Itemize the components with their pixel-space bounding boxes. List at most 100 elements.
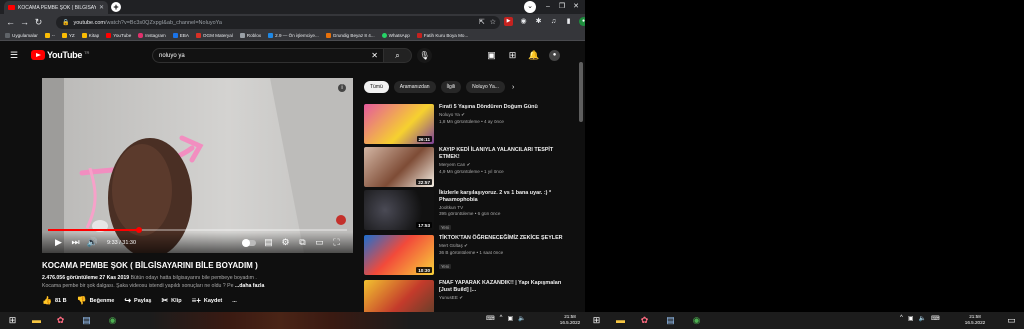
extensions-puzzle-icon[interactable]: ✱: [534, 17, 543, 26]
bookmark-item[interactable]: YZ: [61, 33, 75, 38]
search-input[interactable]: noluyo ya: [159, 53, 371, 59]
search-box[interactable]: noluyo ya ✕: [152, 48, 384, 63]
clock[interactable]: 21:58 16.5.2022: [555, 314, 585, 326]
maximize-icon[interactable]: ❐: [555, 0, 569, 14]
voice-search-button[interactable]: 🎙: [417, 48, 432, 63]
notifications-bell-icon[interactable]: 🔔: [528, 50, 539, 61]
fullscreen-icon[interactable]: ⛶: [328, 237, 345, 248]
clear-search-icon[interactable]: ✕: [371, 51, 378, 60]
show-hidden-icon[interactable]: ^: [500, 315, 503, 322]
apps-icon[interactable]: ⊞: [507, 50, 518, 61]
notepad-icon[interactable]: ▤: [80, 314, 93, 327]
notification-center-icon[interactable]: ▭: [1005, 314, 1018, 327]
account-avatar[interactable]: ●: [549, 50, 560, 61]
new-tab-button[interactable]: +: [111, 2, 121, 12]
info-icon[interactable]: i: [338, 84, 346, 92]
bookmark-item[interactable]: Fatih Kuru Boya Mo...: [416, 33, 468, 38]
channel-watermark[interactable]: [333, 215, 349, 229]
bookmark-star-icon[interactable]: ☆: [490, 18, 496, 26]
save-button[interactable]: ≡+ Kaydet: [192, 296, 223, 305]
autoplay-toggle[interactable]: [242, 238, 256, 247]
dislike-button[interactable]: 👎 Beğenme: [77, 296, 115, 305]
volume-icon[interactable]: 🔈: [518, 315, 525, 322]
like-button[interactable]: 👍 81 B: [42, 296, 67, 305]
menu-icon[interactable]: ☰: [10, 51, 20, 60]
clip-button[interactable]: ✂ Klip: [161, 296, 181, 305]
share-page-icon[interactable]: ⇱: [479, 18, 485, 26]
app-icon[interactable]: ✿: [638, 314, 651, 327]
bookmark-item[interactable]: 2.9 — Ön işlemciye...: [268, 33, 319, 38]
video-thumbnail[interactable]: [364, 280, 434, 312]
bookmark-item[interactable]: Grundig Beyaz 8 4...: [325, 33, 375, 38]
chip-all[interactable]: Tümü: [364, 81, 389, 93]
close-window-icon[interactable]: ✕: [569, 0, 583, 14]
chip-related[interactable]: İlgili: [440, 81, 462, 93]
reload-icon[interactable]: ↻: [33, 17, 44, 28]
network-icon[interactable]: ▣: [908, 315, 914, 322]
video-thumbnail[interactable]: 22:57: [364, 147, 434, 187]
list-item[interactable]: 22:57 KAYIP KEDİ İLANIYLA YALANCILARI TE…: [364, 147, 574, 189]
create-video-icon[interactable]: ▣: [486, 50, 497, 61]
list-item[interactable]: FNAF YAPARAK KAZANDIK!! | Yapı Kapışmala…: [364, 280, 574, 312]
chrome-icon[interactable]: ◉: [690, 314, 703, 327]
bookmark-item[interactable]: --: [44, 33, 55, 38]
start-windows-icon[interactable]: ⊞: [6, 314, 19, 327]
miniplayer-icon[interactable]: ⧉: [294, 237, 311, 248]
list-item[interactable]: 17:53 İkizlerle karşılaşıyoruz. 2 vs 1 b…: [364, 190, 574, 232]
settings-gear-icon[interactable]: ⚙: [277, 237, 294, 248]
keyboard-icon[interactable]: ⌨: [486, 315, 495, 322]
bookmark-item[interactable]: Instagram: [138, 33, 166, 38]
tab-search-chevron-icon[interactable]: ⌄: [524, 1, 536, 13]
show-more-link[interactable]: ...daha fazla: [235, 283, 264, 289]
youtube-logo[interactable]: YouTube TR: [31, 50, 89, 60]
video-player[interactable]: i ▶ ⏭ 🔊 9:33 / 31:30 ▤ ⚙ ⧉ ▭ ⛶: [42, 78, 353, 253]
notepad-icon[interactable]: ▤: [664, 314, 677, 327]
bookmark-item[interactable]: WhatsApp: [381, 33, 410, 38]
bookmark-item[interactable]: Roblox: [239, 33, 261, 38]
extension-icon[interactable]: ▶: [504, 17, 513, 26]
volume-icon[interactable]: 🔈: [919, 315, 926, 322]
show-hidden-icon[interactable]: ^: [900, 315, 903, 322]
subtitles-icon[interactable]: ▤: [260, 237, 277, 248]
share-button[interactable]: ↪ Paylaş: [124, 296, 151, 305]
video-thumbnail[interactable]: 26:11: [364, 104, 434, 144]
play-icon[interactable]: ▶: [50, 237, 67, 248]
video-thumbnail[interactable]: 10:30: [364, 235, 434, 275]
media-control-icon[interactable]: ♫: [549, 17, 558, 26]
list-item[interactable]: 26:11 Fırat\ 5 Yaşına Döndüren Doğum Gün…: [364, 104, 574, 146]
chevron-right-icon[interactable]: ›: [512, 84, 514, 91]
app-icon[interactable]: ✿: [54, 314, 67, 327]
bookmark-item[interactable]: EBA: [172, 33, 189, 38]
bookmark-item[interactable]: Kitap: [81, 33, 99, 38]
tab-close-icon[interactable]: ✕: [99, 4, 104, 11]
page-scrollbar[interactable]: [578, 42, 585, 312]
chip-from-search[interactable]: Aramanızdan: [393, 81, 436, 93]
minimize-icon[interactable]: –: [541, 0, 555, 14]
video-thumbnail[interactable]: 17:53: [364, 190, 434, 230]
scrollbar-thumb[interactable]: [579, 62, 583, 122]
list-item[interactable]: 10:30 TİKTOK'TAN ÖĞRENECEĞİMİZ ZEKİCE ŞE…: [364, 235, 574, 277]
file-explorer-icon[interactable]: ▬: [614, 314, 627, 327]
bookmark-item[interactable]: YouTube: [106, 33, 131, 38]
bookmark-item[interactable]: Uygulamalar: [5, 33, 38, 38]
file-explorer-icon[interactable]: ▬: [30, 314, 43, 327]
chip-channel[interactable]: Noluyo Ya...: [466, 81, 505, 93]
network-icon[interactable]: ▣: [508, 315, 514, 322]
bookmark-item[interactable]: OGM Materyal: [195, 33, 233, 38]
tab-active[interactable]: KOCAMA PEMBE ŞOK ( BİLGİSAYA... ✕: [4, 1, 108, 14]
side-panel-icon[interactable]: ▮: [564, 17, 573, 26]
next-icon[interactable]: ⏭: [67, 237, 84, 248]
address-bar[interactable]: 🔒 youtube.com /watch?v=Bc3s0QZxpgI&ab_ch…: [56, 16, 500, 29]
start-windows-icon[interactable]: ⊞: [590, 314, 603, 327]
language-icon[interactable]: ⌨: [931, 315, 940, 322]
back-icon[interactable]: ←: [5, 17, 16, 28]
progress-bar[interactable]: [48, 227, 347, 233]
clock[interactable]: 21:58 16.5.2022: [960, 314, 990, 326]
volume-icon[interactable]: 🔊: [84, 237, 101, 248]
more-actions-button[interactable]: ...: [232, 298, 237, 304]
search-button[interactable]: ⌕: [384, 48, 412, 63]
theater-mode-icon[interactable]: ▭: [311, 237, 328, 248]
chrome-icon[interactable]: ◉: [106, 314, 119, 327]
video-meta-2[interactable]: Kocama pembe bir şok dalgası. Şaka video…: [42, 283, 354, 289]
extension-icon-2[interactable]: ◉: [519, 17, 528, 26]
